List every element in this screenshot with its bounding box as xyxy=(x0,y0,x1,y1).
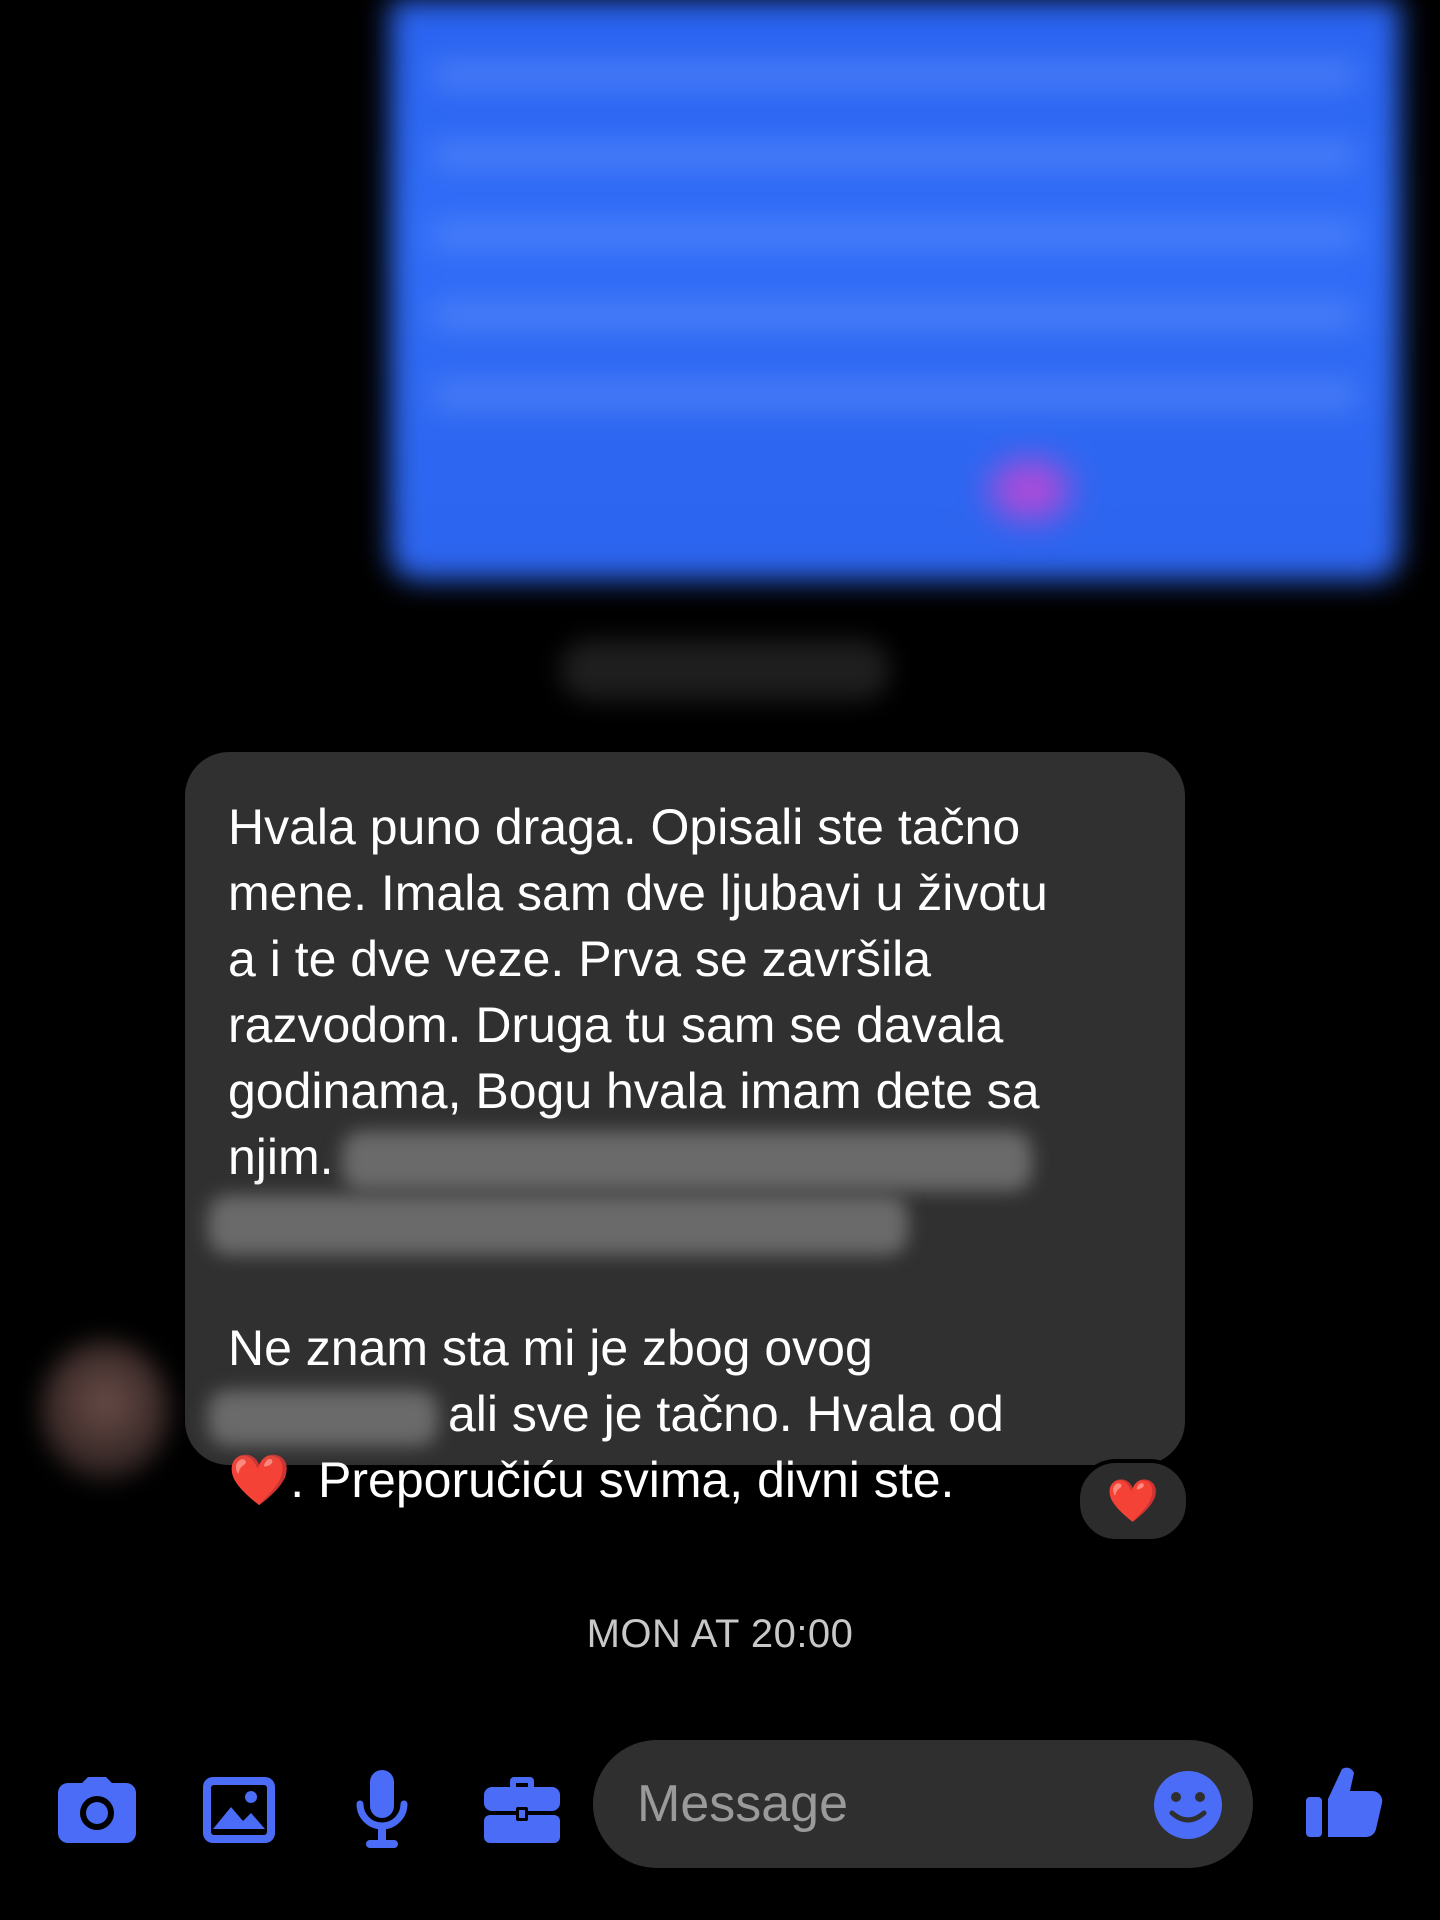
redacted-text xyxy=(208,1389,438,1446)
message-input-placeholder: Message xyxy=(637,1775,848,1833)
message-text: . Preporučiću svima, divni ste. xyxy=(290,1451,955,1508)
message-line: Ne znam sta mi je zbog ovog xyxy=(228,1319,873,1376)
briefcase-icon[interactable] xyxy=(477,1765,567,1855)
sender-avatar[interactable] xyxy=(40,1340,170,1480)
gallery-icon[interactable] xyxy=(194,1765,284,1855)
camera-icon[interactable] xyxy=(52,1765,142,1855)
thumbs-up-icon[interactable] xyxy=(1306,1763,1396,1853)
message-timestamp: MON AT 20:00 xyxy=(586,1612,854,1656)
message-line: Hvala puno draga. Opisali ste tačno xyxy=(228,799,1021,855)
message-line: mene. Imala sam dve ljubavi u životu xyxy=(228,865,1048,921)
heart-emoji-icon: ❤️ xyxy=(228,1450,291,1509)
message-text: ali sve je tačno. Hvala od xyxy=(448,1385,1004,1442)
message-line-with-heart: ❤️. Preporučiću svima, divni ste. xyxy=(228,1447,1141,1513)
message-line-with-redaction: njim. xyxy=(228,1124,1141,1191)
outgoing-message-bubble-redacted[interactable] xyxy=(390,0,1400,580)
message-line: razvodom. Druga tu sam se davala xyxy=(228,997,1004,1053)
redacted-text xyxy=(341,1130,1032,1191)
message-line-with-redaction: ali sve je tačno. Hvala od xyxy=(208,1381,1141,1447)
heart-reaction-badge[interactable]: ❤️ xyxy=(1076,1459,1190,1543)
message-line: a i te dve veze. Prva se završila xyxy=(228,931,932,987)
redacted-text xyxy=(208,1194,908,1255)
incoming-message-bubble[interactable]: Hvala puno draga. Opisali ste tačno mene… xyxy=(185,752,1185,1509)
message-composer: Message xyxy=(0,1735,1440,1875)
message-text: njim. xyxy=(228,1129,334,1185)
emoji-icon[interactable] xyxy=(1148,1765,1228,1845)
message-line: godinama, Bogu hvala imam dete sa xyxy=(228,1063,1040,1119)
microphone-icon[interactable] xyxy=(337,1765,427,1855)
redacted-status-line xyxy=(560,640,890,700)
